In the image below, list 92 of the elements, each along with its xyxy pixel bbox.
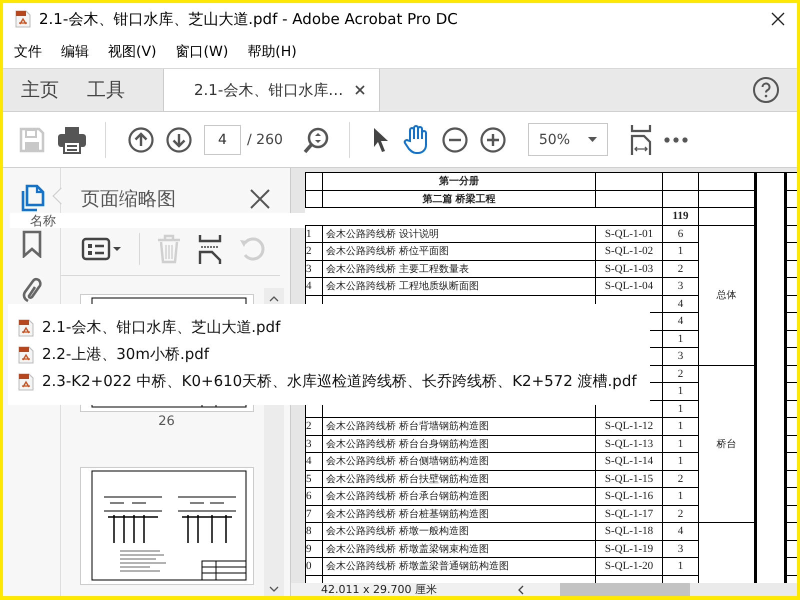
help-icon[interactable]	[752, 76, 780, 104]
caret-icon	[588, 137, 597, 142]
table-cell: 会木公路跨线桥 桥台台身钢筋构造图	[322, 435, 596, 452]
menu-item[interactable]: 窗口(W)	[176, 42, 228, 60]
table-cell: 会木公路跨线桥 设计说明	[322, 225, 596, 242]
menu-item[interactable]: 视图(V)	[108, 42, 157, 60]
table-cell: S-QL-1-16	[596, 488, 662, 505]
menu-item[interactable]: 帮助(H)	[247, 42, 297, 60]
bookmark-icon[interactable]	[22, 230, 42, 258]
table-cell: S-QL-1-13	[596, 435, 662, 452]
zoom-out-icon[interactable]	[442, 126, 468, 152]
table-cell: 7	[306, 505, 322, 522]
page-number-field[interactable]: 4	[204, 124, 241, 154]
table-cell: 119	[662, 208, 698, 225]
table-cell: 6	[662, 225, 698, 242]
page-size-label: 42.011 x 29.700 厘米	[321, 582, 437, 597]
table-cell: 会木公路跨线桥 工程地质纵断面图	[322, 278, 596, 295]
file-item[interactable]: 2.3-K2+022 中桥、K0+610天桥、水库巡检道跨线桥、长乔跨线桥、K2+572 渡槽.pdf	[18, 372, 650, 391]
table-cell: 会木公路跨线桥 桥台桩基钢筋构造图	[322, 505, 596, 522]
table-cell: 会木公路跨线桥 桥台扶壁钢筋构造图	[322, 470, 596, 488]
table-cell: 4	[306, 452, 322, 470]
scrollbar-thumb[interactable]	[560, 583, 690, 596]
find-zoom-icon[interactable]	[302, 126, 331, 154]
page-thumbnail[interactable]	[80, 467, 254, 585]
options-icon[interactable]	[81, 235, 123, 263]
table-cell: 会木公路跨线桥 桥位平面图	[322, 242, 596, 260]
table-cell: 3	[306, 260, 322, 278]
column-header-label: 名称	[30, 212, 56, 230]
table-cell: S-QL-1-18	[596, 522, 662, 540]
table-cell: S-QL-1-15	[596, 470, 662, 488]
table-cell: 会木公路跨线桥 桥墩盖梁普通钢筋构造图	[322, 558, 596, 575]
zoom-dropdown[interactable]: 50%	[528, 123, 608, 156]
table-cell: 6	[306, 488, 322, 505]
table-cell: S-QL-1-01	[596, 225, 662, 242]
pdf-file-icon	[18, 318, 34, 336]
hand-icon[interactable]	[402, 124, 430, 154]
tab[interactable]: 主页	[3, 69, 69, 111]
table-cell: 4	[662, 522, 698, 540]
table-cell: 2	[306, 418, 322, 435]
table-cell: 会木公路跨线桥 桥台背墙钢筋构造图	[322, 418, 596, 435]
table-cell: 1	[306, 225, 322, 242]
table-cell: 8	[306, 522, 322, 540]
table-cell: S-QL-1-02	[596, 242, 662, 260]
table-cell: 会木公路跨线桥 桥台侧墙钢筋构造图	[322, 452, 596, 470]
file-item[interactable]: 2.1-会木、钳口水库、芝山大道.pdf	[18, 318, 650, 337]
next-page-icon[interactable]	[166, 126, 192, 152]
pointer-icon[interactable]	[372, 126, 390, 152]
table-cell: 4	[306, 278, 322, 295]
close-icon[interactable]	[771, 12, 785, 26]
scroll-left-icon[interactable]	[516, 584, 524, 594]
pdf-file-icon	[18, 346, 34, 364]
more-icon[interactable]	[664, 136, 688, 142]
table-cell: 会木公路跨线桥 桥墩一般构造图	[322, 522, 596, 540]
menu-item[interactable]: 编辑	[61, 42, 89, 60]
table-heading: 第一分册	[322, 172, 596, 190]
file-item[interactable]: 2.2-上港、30m小桥.pdf	[18, 345, 650, 364]
table-cell: S-QL-1-17	[596, 505, 662, 522]
pages-icon[interactable]	[18, 184, 44, 212]
table-cell: S-QL-1-03	[596, 260, 662, 278]
fit-page-icon[interactable]	[630, 124, 652, 156]
table-cell: S-QL-1-14	[596, 452, 662, 470]
table-cell: 3	[306, 435, 322, 452]
page-total: / 260	[247, 132, 283, 148]
tab[interactable]: 工具	[69, 69, 163, 111]
pdf-file-icon	[15, 10, 31, 28]
document-tab[interactable]: 2.1-会木、钳口水库…	[163, 69, 380, 111]
table-cell: S-QL-1-19	[596, 540, 662, 558]
table-cell: 2	[662, 365, 698, 382]
table-cell: 2	[306, 242, 322, 260]
scroll-up-icon[interactable]	[269, 296, 279, 302]
table-cell: 0	[306, 558, 322, 575]
insert-page-icon[interactable]	[198, 234, 222, 264]
print-icon[interactable]	[57, 126, 87, 154]
panel-title: 页面缩略图	[81, 186, 176, 212]
zoom-in-icon[interactable]	[480, 126, 506, 152]
table-cell: 会木公路跨线桥 桥台承台钢筋构造图	[322, 488, 596, 505]
table-cell: 9	[306, 540, 322, 558]
close-icon[interactable]	[250, 188, 270, 208]
scroll-down-icon[interactable]	[269, 586, 279, 592]
table-heading: 第二篇 桥梁工程	[322, 190, 596, 208]
table-cell: S-QL-1-04	[596, 278, 662, 295]
previous-page-icon[interactable]	[128, 126, 154, 152]
close-icon[interactable]	[355, 85, 366, 95]
pdf-file-icon	[18, 372, 34, 390]
window-title: 2.1-会木、钳口水库、芝山大道.pdf - Adobe Acrobat Pro DC	[39, 10, 458, 28]
menu-item[interactable]: 文件	[14, 42, 42, 60]
page-number-label: 26	[158, 414, 175, 429]
table-cell: S-QL-1-20	[596, 558, 662, 575]
table-cell: 会木公路跨线桥 桥墩盖梁钢束构造图	[322, 540, 596, 558]
table-cell: 5	[306, 470, 322, 488]
table-cell: S-QL-1-12	[596, 418, 662, 435]
table-cell: 会木公路跨线桥 主要工程数量表	[322, 260, 596, 278]
